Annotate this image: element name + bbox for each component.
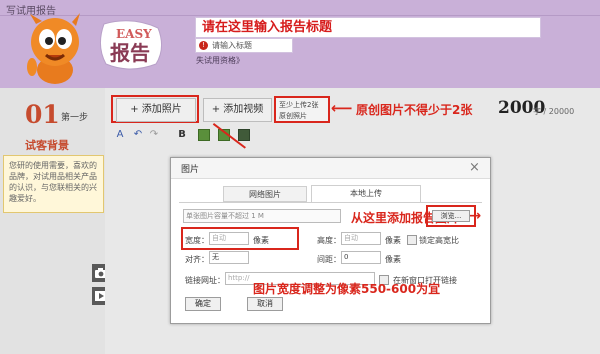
width-label: 宽度： — [185, 236, 209, 245]
logo-easy-text: EASY — [116, 27, 152, 41]
image-icon[interactable] — [198, 129, 210, 141]
error-icon: ! — [199, 41, 208, 50]
dialog-title: 图片 — [181, 165, 200, 175]
lock-ratio-checkbox[interactable] — [407, 235, 417, 245]
tab-network-label: 网络图片 — [249, 190, 281, 199]
editor-toolbar: A ↶ ↷ B — [114, 129, 264, 143]
upload-note-line2: 原创照片 — [279, 112, 307, 120]
title-error-text: 请输入标题 — [212, 41, 252, 50]
easy-report-logo: EASY 报告 — [100, 20, 162, 70]
upload-note-line1: 至少上传2张 — [279, 101, 319, 109]
add-video-button[interactable]: + 添加视频 — [203, 98, 272, 122]
word-count-limit: 字 / 20000 — [533, 107, 575, 116]
link-label: 链接网址： — [185, 276, 225, 285]
align-label: 对齐： — [185, 255, 209, 264]
mascot-icon — [27, 13, 80, 84]
report-title-input[interactable]: 请在这里输入报告标题 — [195, 17, 541, 38]
title-callout: 请在这里输入报告标题 — [196, 18, 339, 37]
logo-report-text: 报告 — [110, 41, 150, 65]
image-dialog: 图片 × 网络图片 本地上传 单张图片容量不超过 1 M 从这里添加报告图片 ⟶… — [170, 157, 491, 324]
width-callout: 图片宽度调整为像素550-600为宜 — [253, 282, 441, 296]
align-select[interactable]: 无 — [209, 251, 249, 264]
save-icon[interactable] — [238, 129, 250, 141]
spacing-unit: 像素 — [385, 255, 401, 264]
tab-divider — [179, 202, 482, 203]
tab-local-upload[interactable]: 本地上传 — [311, 185, 421, 203]
spacing-input[interactable]: 0 — [341, 251, 381, 264]
redo-icon[interactable]: ↷ — [148, 129, 160, 141]
tab-network-image[interactable]: 网络图片 — [223, 186, 307, 202]
upload-note-box: 至少上传2张 原创照片 — [274, 96, 330, 123]
height-label: 高度： — [317, 236, 341, 245]
ok-button[interactable]: 确定 — [185, 297, 221, 311]
dialog-header: 图片 × — [171, 158, 490, 179]
add-video-label: + 添加视频 — [211, 104, 264, 115]
trial-qualification-link[interactable]: 失试用资格》 — [196, 55, 244, 66]
height-input[interactable]: 自动 — [341, 232, 381, 245]
upload-note: 至少上传2张 原创照片 — [279, 100, 318, 122]
browse-highlight: 浏览... — [426, 205, 476, 227]
photo-requirement-callout: 原创图片不得少于2张 — [356, 103, 473, 117]
left-arrow-icon: ⟵ — [331, 99, 353, 117]
width-input[interactable]: 自动 — [209, 232, 249, 245]
height-unit: 像素 — [385, 236, 401, 245]
bold-icon[interactable]: B — [176, 129, 188, 141]
add-photo-label: + 添加照片 — [130, 104, 182, 115]
lock-ratio-label: 锁定高宽比 — [419, 236, 459, 245]
browse-button[interactable]: 浏览... — [432, 210, 470, 222]
cancel-button[interactable]: 取消 — [247, 297, 283, 311]
tab-local-label: 本地上传 — [350, 189, 382, 198]
font-icon[interactable]: A — [114, 129, 126, 141]
step-number: 01 — [25, 100, 60, 129]
step-label: 第一步 — [61, 113, 89, 123]
file-path-field[interactable]: 单张图片容量不超过 1 M — [183, 209, 341, 223]
spacing-label: 间距： — [317, 255, 341, 264]
file-size-hint: 单张图片容量不超过 1 M — [186, 212, 264, 220]
width-unit: 像素 — [253, 236, 269, 245]
undo-icon[interactable]: ↶ — [132, 129, 144, 141]
tip-box: 您研的使用需要，喜欢的品牌，对试用品相关产品的认识，与您联相关的兴趣爱好。 — [3, 155, 104, 213]
add-photo-button[interactable]: + 添加照片 — [116, 98, 196, 122]
tip-text: 您研的使用需要，喜欢的品牌，对试用品相关产品的认识，与您联相关的兴趣爱好。 — [9, 161, 97, 203]
step-title: 试客背景 — [25, 139, 69, 152]
close-icon[interactable]: × — [469, 160, 480, 175]
title-error-message: ! 请输入标题 — [195, 38, 293, 53]
